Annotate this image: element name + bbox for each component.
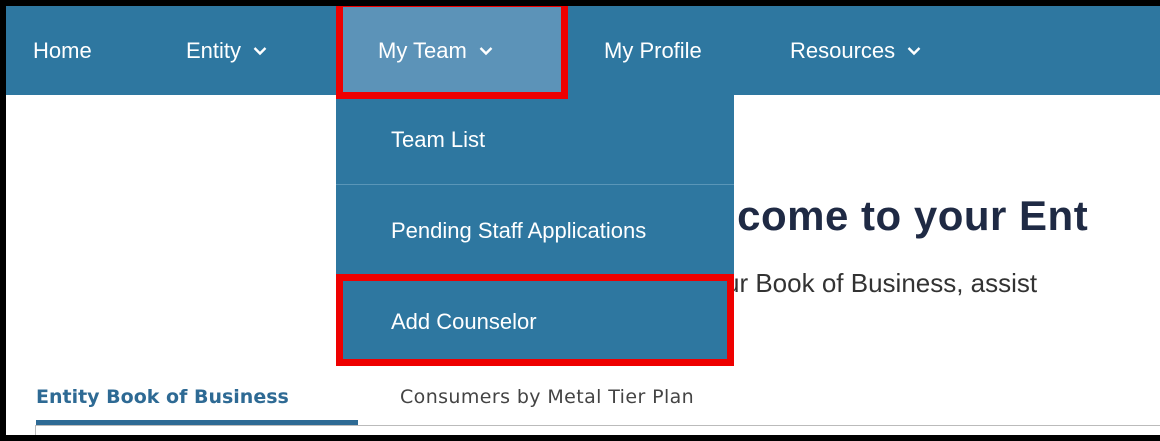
menu-item-add-counselor-label: Add Counselor <box>391 309 537 334</box>
nav-resources-label: Resources <box>790 37 896 63</box>
nav-my-profile-label: My Profile <box>604 37 702 63</box>
nav-my-profile[interactable]: My Profile <box>604 6 702 95</box>
nav-home[interactable]: Home <box>33 6 92 95</box>
nav-my-team-label: My Team <box>378 37 467 63</box>
chevron-down-icon <box>907 46 921 55</box>
tab-entity-book-of-business-label: Entity Book of Business <box>36 386 289 408</box>
menu-item-pending-staff-applications[interactable]: Pending Staff Applications <box>336 185 734 277</box>
nav-my-team[interactable]: My Team <box>342 6 561 95</box>
menu-item-pending-staff-applications-label: Pending Staff Applications <box>391 218 647 243</box>
welcome-title: lcome to your Ent <box>725 192 1089 239</box>
menu-item-team-list-label: Team List <box>391 126 486 152</box>
my-team-dropdown-menu: Team List Pending Staff Applications Add… <box>336 95 734 366</box>
chevron-down-icon <box>479 46 493 55</box>
dashboard-tabs: Entity Book of Business Consumers by Met… <box>6 368 1160 428</box>
tab-content-panel <box>35 425 1160 435</box>
page-frame: Home Entity My Team My Profile Resources… <box>6 6 1160 435</box>
tab-consumers-by-metal-tier-plan[interactable]: Consumers by Metal Tier Plan <box>400 368 694 426</box>
nav-home-label: Home <box>33 37 92 63</box>
nav-entity-label: Entity <box>186 37 242 63</box>
nav-entity[interactable]: Entity <box>186 6 267 95</box>
menu-item-add-counselor[interactable]: Add Counselor <box>336 278 734 366</box>
chevron-down-icon <box>253 46 267 55</box>
nav-resources[interactable]: Resources <box>790 6 921 95</box>
tab-entity-book-of-business[interactable]: Entity Book of Business <box>36 368 289 426</box>
menu-item-team-list[interactable]: Team List <box>336 95 734 184</box>
welcome-subtitle: ur Book of Business, assist <box>725 268 1038 298</box>
tab-consumers-by-metal-tier-plan-label: Consumers by Metal Tier Plan <box>400 386 695 408</box>
top-navbar: Home Entity My Team My Profile Resources <box>6 6 1160 95</box>
